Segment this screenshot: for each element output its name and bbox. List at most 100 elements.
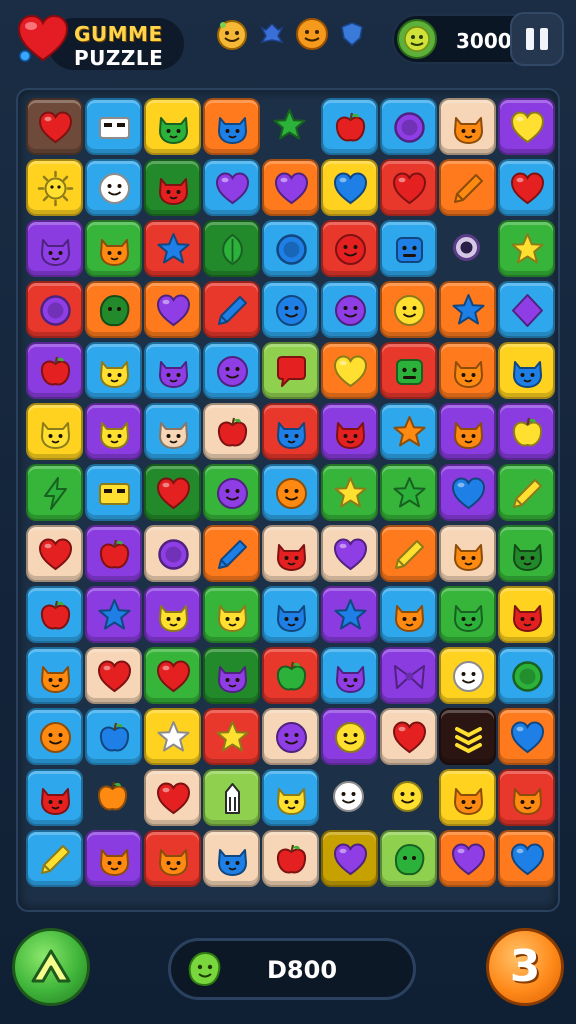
puzzle-tile[interactable] (498, 159, 555, 216)
puzzle-tile[interactable] (498, 281, 555, 338)
puzzle-tile[interactable] (321, 281, 378, 338)
puzzle-tile[interactable] (26, 586, 83, 643)
puzzle-tile[interactable] (85, 281, 142, 338)
puzzle-tile[interactable] (144, 342, 201, 399)
puzzle-tile[interactable] (144, 830, 201, 887)
moves-counter-button[interactable]: 3 (486, 928, 564, 1006)
puzzle-tile[interactable] (380, 647, 437, 704)
puzzle-tile[interactable] (85, 403, 142, 460)
puzzle-tile[interactable] (144, 708, 201, 765)
puzzle-tile[interactable] (439, 647, 496, 704)
puzzle-tile[interactable] (262, 159, 319, 216)
puzzle-tile[interactable] (439, 464, 496, 521)
puzzle-tile[interactable] (26, 159, 83, 216)
puzzle-tile[interactable] (439, 708, 496, 765)
puzzle-tile[interactable] (321, 586, 378, 643)
puzzle-tile[interactable] (498, 403, 555, 460)
puzzle-tile[interactable] (380, 403, 437, 460)
puzzle-tile[interactable] (321, 830, 378, 887)
puzzle-tile[interactable] (85, 769, 142, 826)
puzzle-tile[interactable] (26, 830, 83, 887)
puzzle-tile[interactable] (321, 342, 378, 399)
puzzle-tile[interactable] (144, 281, 201, 338)
puzzle-tile[interactable] (203, 464, 260, 521)
puzzle-tile[interactable] (203, 220, 260, 277)
puzzle-tile[interactable] (144, 586, 201, 643)
puzzle-tile[interactable] (85, 525, 142, 582)
puzzle-tile[interactable] (26, 403, 83, 460)
puzzle-tile[interactable] (203, 281, 260, 338)
puzzle-tile[interactable] (380, 525, 437, 582)
puzzle-tile[interactable] (203, 830, 260, 887)
puzzle-tile[interactable] (262, 403, 319, 460)
puzzle-tile[interactable] (262, 769, 319, 826)
puzzle-tile[interactable] (321, 525, 378, 582)
puzzle-tile[interactable] (439, 159, 496, 216)
puzzle-tile[interactable] (380, 281, 437, 338)
puzzle-tile[interactable] (144, 220, 201, 277)
puzzle-tile[interactable] (144, 98, 201, 155)
puzzle-tile[interactable] (498, 342, 555, 399)
puzzle-tile[interactable] (262, 281, 319, 338)
puzzle-tile[interactable] (203, 98, 260, 155)
puzzle-tile[interactable] (262, 220, 319, 277)
puzzle-tile[interactable] (380, 342, 437, 399)
pause-button[interactable] (510, 12, 564, 66)
puzzle-tile[interactable] (262, 525, 319, 582)
puzzle-tile[interactable] (144, 525, 201, 582)
puzzle-tile[interactable] (498, 98, 555, 155)
puzzle-tile[interactable] (321, 98, 378, 155)
puzzle-tile[interactable] (144, 769, 201, 826)
puzzle-tile[interactable] (85, 220, 142, 277)
puzzle-tile[interactable] (26, 769, 83, 826)
puzzle-tile[interactable] (262, 830, 319, 887)
puzzle-tile[interactable] (321, 159, 378, 216)
puzzle-tile[interactable] (321, 464, 378, 521)
puzzle-tile[interactable] (85, 464, 142, 521)
puzzle-tile[interactable] (85, 708, 142, 765)
puzzle-tile[interactable] (85, 586, 142, 643)
puzzle-tile[interactable] (26, 220, 83, 277)
puzzle-tile[interactable] (85, 159, 142, 216)
puzzle-tile[interactable] (439, 281, 496, 338)
puzzle-tile[interactable] (380, 98, 437, 155)
puzzle-tile[interactable] (380, 586, 437, 643)
puzzle-tile[interactable] (203, 647, 260, 704)
puzzle-tile[interactable] (439, 525, 496, 582)
puzzle-tile[interactable] (498, 586, 555, 643)
puzzle-tile[interactable] (26, 281, 83, 338)
puzzle-tile[interactable] (26, 708, 83, 765)
puzzle-tile[interactable] (321, 403, 378, 460)
puzzle-tile[interactable] (321, 769, 378, 826)
puzzle-tile[interactable] (26, 98, 83, 155)
puzzle-tile[interactable] (144, 647, 201, 704)
puzzle-tile[interactable] (85, 647, 142, 704)
boost-button[interactable] (12, 928, 90, 1006)
puzzle-tile[interactable] (439, 403, 496, 460)
puzzle-tile[interactable] (380, 159, 437, 216)
puzzle-tile[interactable] (203, 708, 260, 765)
puzzle-tile[interactable] (203, 159, 260, 216)
puzzle-tile[interactable] (203, 403, 260, 460)
puzzle-tile[interactable] (85, 98, 142, 155)
puzzle-tile[interactable] (439, 98, 496, 155)
puzzle-tile[interactable] (498, 220, 555, 277)
puzzle-tile[interactable] (26, 464, 83, 521)
puzzle-tile[interactable] (262, 342, 319, 399)
puzzle-tile[interactable] (498, 830, 555, 887)
puzzle-tile[interactable] (439, 342, 496, 399)
puzzle-tile[interactable] (203, 342, 260, 399)
puzzle-tile[interactable] (498, 769, 555, 826)
puzzle-tile[interactable] (380, 830, 437, 887)
puzzle-tile[interactable] (262, 464, 319, 521)
puzzle-tile[interactable] (498, 647, 555, 704)
puzzle-tile[interactable] (203, 769, 260, 826)
puzzle-tile[interactable] (498, 708, 555, 765)
puzzle-tile[interactable] (26, 525, 83, 582)
puzzle-tile[interactable] (380, 769, 437, 826)
puzzle-tile[interactable] (380, 708, 437, 765)
puzzle-tile[interactable] (144, 403, 201, 460)
puzzle-tile[interactable] (380, 464, 437, 521)
puzzle-tile[interactable] (321, 647, 378, 704)
puzzle-tile[interactable] (498, 525, 555, 582)
